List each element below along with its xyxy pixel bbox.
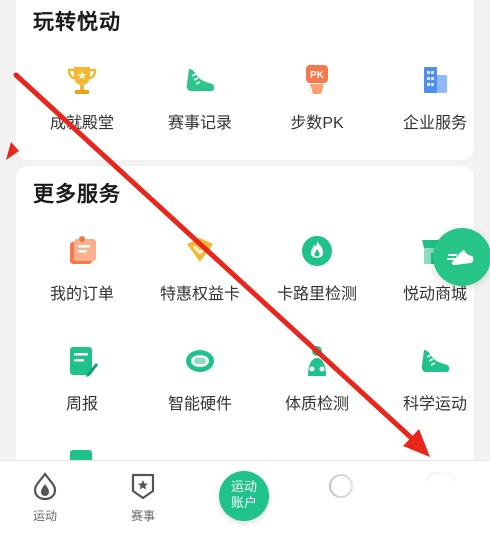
achievement-hall-item[interactable]: 成就殿堂 — [24, 63, 140, 143]
weekly-report-label: 周报 — [65, 396, 98, 413]
nav-tab-match[interactable]: 赛事 — [98, 461, 188, 539]
calorie-check-label: 卡路里检测 — [276, 286, 357, 303]
nav-tab-sport[interactable]: 运动 — [0, 461, 90, 539]
nav-tab-sport-label: 运动 — [32, 509, 57, 523]
benefit-card-label: 特惠权益卡 — [159, 286, 240, 303]
running-shoe-icon — [447, 250, 474, 265]
building-icon — [424, 67, 447, 93]
sport-account-line1: 运动 — [230, 479, 257, 494]
body-check-item[interactable]: 体质检测 — [259, 344, 375, 424]
floating-sport-button[interactable] — [433, 228, 490, 286]
enterprise-service-item[interactable]: 企业服务 — [377, 63, 490, 143]
science-sport-label: 科学运动 — [402, 396, 467, 413]
screen-glare — [300, 462, 490, 539]
step-pk-item[interactable]: PK 步数PK — [259, 63, 375, 143]
report-icon — [70, 347, 98, 377]
pk-icon: PK — [306, 65, 328, 94]
achievement-hall-label: 成就殿堂 — [49, 115, 114, 132]
my-orders-item[interactable]: 我的订单 — [24, 234, 140, 314]
shoe-icon — [186, 69, 215, 91]
more-services-card: 更多服务 我的订单 特惠权益卡 卡路里检测 悦动商城 周报 智能硬件 体质检测 … — [16, 166, 474, 466]
more-services-title: 更多服务 — [33, 183, 121, 206]
body-check-label: 体质检测 — [284, 396, 349, 413]
flame-icon — [302, 236, 332, 266]
trophy-icon — [67, 67, 97, 94]
sport-account-button[interactable]: 运动 账户 — [219, 471, 269, 521]
svg-text:PK: PK — [310, 70, 325, 81]
my-orders-label: 我的订单 — [49, 286, 114, 303]
enterprise-service-label: 企业服务 — [402, 115, 467, 132]
match-record-item[interactable]: 赛事记录 — [142, 63, 258, 143]
shoe-icon — [421, 350, 450, 372]
badge-icon — [131, 473, 155, 500]
benefit-card-item[interactable]: 特惠权益卡 — [142, 234, 258, 314]
weekly-report-item[interactable]: 周报 — [24, 344, 140, 424]
science-sport-item[interactable]: 科学运动 — [377, 344, 490, 424]
play-section-card: 玩转悦动 成就殿堂 赛事记录 PK 步数PK 企业服务 — [16, 0, 474, 160]
heart-card-icon — [187, 238, 213, 262]
body-icon — [308, 346, 326, 376]
sport-account-line2: 账户 — [230, 495, 257, 510]
calorie-check-item[interactable]: 卡路里检测 — [259, 234, 375, 314]
smart-hardware-label: 智能硬件 — [167, 396, 232, 413]
step-pk-label: 步数PK — [290, 115, 344, 132]
smart-hardware-item[interactable]: 智能硬件 — [142, 344, 258, 424]
order-icon — [70, 236, 96, 264]
nav-tab-match-label: 赛事 — [130, 509, 155, 523]
match-record-label: 赛事记录 — [167, 115, 232, 132]
drop-icon — [33, 472, 57, 501]
play-section-title: 玩转悦动 — [33, 11, 121, 34]
band-icon — [186, 350, 214, 372]
